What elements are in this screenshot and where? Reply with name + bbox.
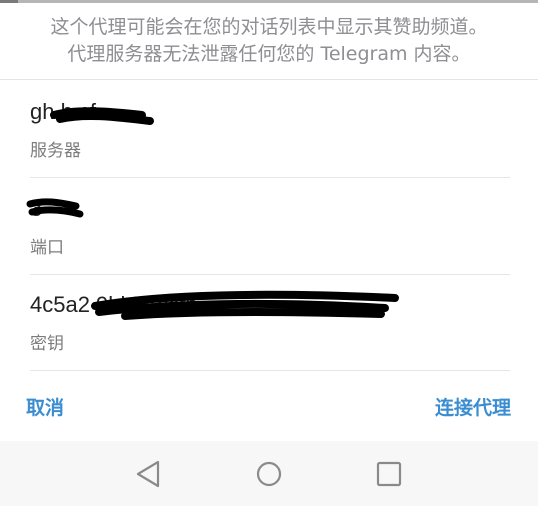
secret-value[interactable]: 4c5a2 9bb57ccfb bbox=[30, 292, 198, 318]
secret-label: 密钥 bbox=[30, 334, 64, 354]
port-value[interactable]: 3 bbox=[30, 196, 42, 222]
top-edge bbox=[0, 0, 538, 3]
notice-line-1: 这个代理可能会在您的对话列表中显示其赞助频道。 bbox=[50, 16, 488, 38]
server-label: 服务器 bbox=[30, 141, 81, 161]
notice-divider bbox=[0, 79, 538, 80]
top-edge-notch bbox=[0, 0, 18, 3]
sponsor-notice: 这个代理可能会在您的对话列表中显示其赞助频道。 代理服务器无法泄露任何您的 Te… bbox=[0, 14, 538, 68]
secret-divider bbox=[30, 370, 510, 371]
system-nav-bar bbox=[0, 441, 538, 506]
port-label: 端口 bbox=[30, 238, 64, 258]
server-divider bbox=[30, 177, 510, 178]
port-divider bbox=[30, 274, 510, 275]
cancel-button[interactable]: 取消 bbox=[26, 393, 64, 420]
notice-line-2: 代理服务器无法泄露任何您的 Telegram 内容。 bbox=[67, 43, 471, 65]
dialog-actions: 取消 连接代理 bbox=[0, 385, 538, 427]
back-triangle-icon[interactable] bbox=[133, 459, 163, 489]
connect-proxy-button[interactable]: 连接代理 bbox=[435, 393, 511, 420]
home-circle-icon[interactable] bbox=[254, 459, 284, 489]
server-value[interactable]: gh h.cf bbox=[30, 99, 96, 125]
recents-square-icon[interactable] bbox=[374, 459, 404, 489]
